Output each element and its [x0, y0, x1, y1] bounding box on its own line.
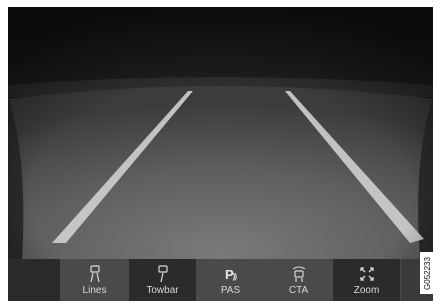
lines-icon	[84, 265, 106, 283]
towbar-button-label: Towbar	[146, 285, 179, 296]
pas-icon: P))	[225, 266, 237, 282]
pas-button-label: PAS	[220, 285, 241, 296]
camera-image	[8, 7, 433, 259]
lines-button-label: Lines	[82, 285, 107, 296]
reference-code-text: G052233	[422, 256, 432, 290]
zoom-icon	[356, 265, 378, 283]
pas-button[interactable]: P)) PAS	[197, 259, 265, 301]
towbar-icon	[152, 265, 174, 283]
cta-button[interactable]: CTA	[265, 259, 333, 301]
rear-camera-view	[8, 7, 433, 259]
zoom-button-label: Zoom	[353, 285, 380, 296]
towbar-button[interactable]: Towbar	[129, 259, 197, 301]
camera-display: Lines Towbar P)) PAS CTA Zoom	[8, 7, 433, 301]
toolbar-blank-segment	[8, 259, 61, 301]
reference-code: G052233	[420, 252, 434, 294]
cta-button-label: CTA	[288, 285, 309, 296]
cta-icon	[288, 265, 310, 283]
camera-toolbar: Lines Towbar P)) PAS CTA Zoom	[8, 259, 433, 301]
lines-button[interactable]: Lines	[61, 259, 129, 301]
zoom-button[interactable]: Zoom	[333, 259, 401, 301]
